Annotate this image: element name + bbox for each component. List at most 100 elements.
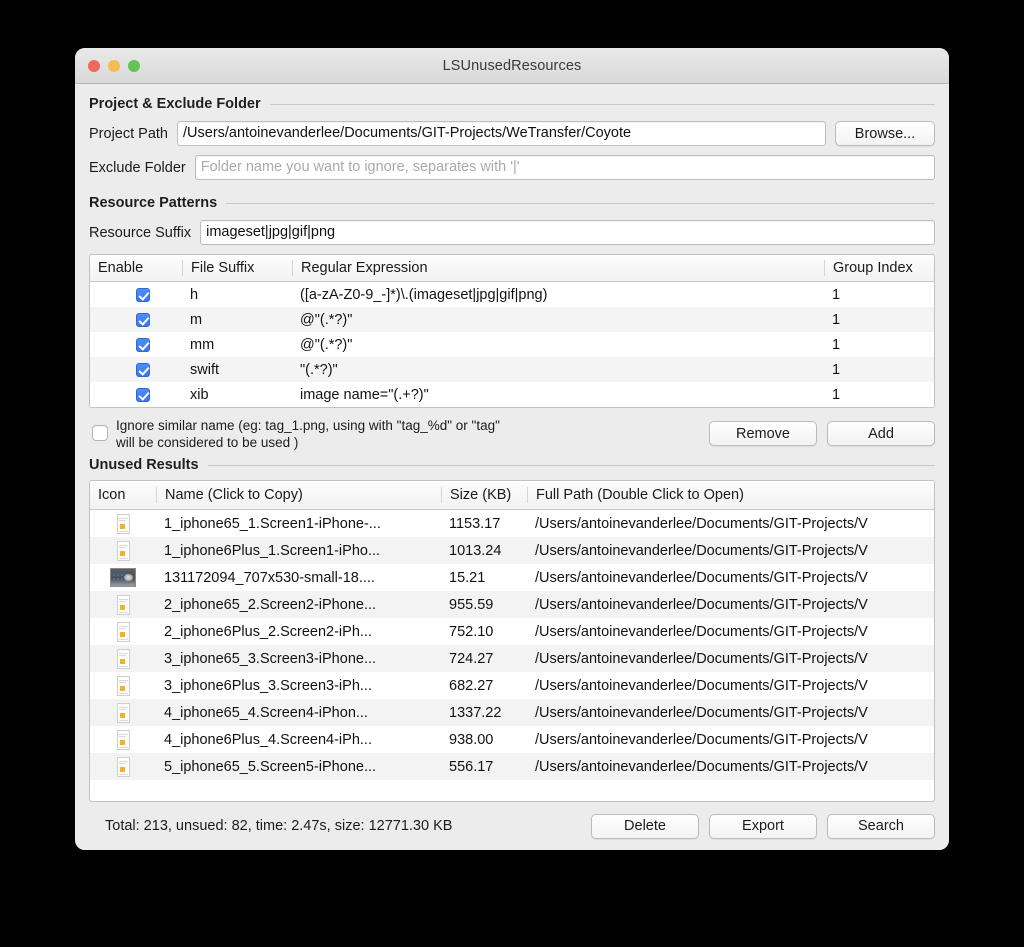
phone-screenshot-thumbnail — [116, 594, 130, 615]
result-size[interactable]: 752.10 — [441, 624, 527, 640]
result-size[interactable]: 724.27 — [441, 651, 527, 667]
resource-suffix-input[interactable]: imageset|jpg|gif|png — [200, 220, 935, 245]
result-full-path[interactable]: /Users/antoinevanderlee/Documents/GIT-Pr… — [527, 516, 934, 532]
result-row[interactable]: 4_iphone65_4.Screen4-iPhon... 1337.22/Use… — [90, 699, 934, 726]
pattern-row[interactable]: m @"(.*?)" 1 — [90, 307, 934, 332]
column-header-file-suffix[interactable]: File Suffix — [182, 260, 292, 276]
project-path-row: Project Path /Users/antoinevanderlee/Doc… — [89, 121, 935, 146]
column-header-icon[interactable]: Icon — [90, 487, 156, 503]
result-row[interactable]: 1_iphone6Plus_1.Screen1-iPho... 1013.24/U… — [90, 537, 934, 564]
section-divider — [269, 103, 935, 105]
result-name[interactable]: 131172094_707x530-small-18.... — [156, 570, 441, 586]
pattern-group-index: 1 — [832, 336, 841, 353]
pattern-row[interactable]: mm @"(.*?)" 1 — [90, 332, 934, 357]
result-name[interactable]: 2_iphone6Plus_2.Screen2-iPh... — [156, 624, 441, 640]
pattern-file-suffix: swift — [190, 361, 219, 378]
result-name[interactable]: 5_iphone65_5.Screen5-iPhone... — [156, 759, 441, 775]
desktop-backdrop: LSUnusedResources Project & Exclude Fold… — [0, 0, 1024, 947]
result-row[interactable]: 3_iphone6Plus_3.Screen3-iPh... 682.27/Use… — [90, 672, 934, 699]
section-divider — [207, 464, 935, 466]
pattern-action-buttons: Remove Add — [709, 415, 935, 446]
result-full-path[interactable]: /Users/antoinevanderlee/Documents/GIT-Pr… — [527, 732, 934, 748]
result-full-path[interactable]: /Users/antoinevanderlee/Documents/GIT-Pr… — [527, 705, 934, 721]
column-header-regular-expression[interactable]: Regular Expression — [292, 260, 824, 276]
pattern-enable-cell[interactable] — [90, 337, 182, 353]
result-size[interactable]: 938.00 — [441, 732, 527, 748]
result-full-path[interactable]: /Users/antoinevanderlee/Documents/GIT-Pr… — [527, 624, 934, 640]
result-name[interactable]: 3_iphone6Plus_3.Screen3-iPh... — [156, 678, 441, 694]
phone-screenshot-thumbnail — [116, 756, 130, 777]
result-size[interactable]: 1337.22 — [441, 705, 527, 721]
result-row[interactable]: 2_iphone65_2.Screen2-iPhone... 955.59/Use… — [90, 591, 934, 618]
result-size[interactable]: 1013.24 — [441, 543, 527, 559]
ignore-text-line-1: Ignore similar name (eg: tag_1.png, usin… — [116, 418, 500, 433]
close-button[interactable] — [88, 60, 100, 72]
result-row[interactable]: 4_iphone6Plus_4.Screen4-iPh... 938.00/Use… — [90, 726, 934, 753]
checkbox-icon — [136, 387, 150, 402]
result-name[interactable]: 1_iphone65_1.Screen1-iPhone-... — [156, 516, 441, 532]
pattern-row[interactable]: swift "(.*?)" 1 — [90, 357, 934, 382]
resource-suffix-label: Resource Suffix — [89, 224, 192, 241]
search-button[interactable]: Search — [827, 813, 935, 839]
section-header-patterns: Resource Patterns — [89, 195, 935, 211]
pattern-group-index: 1 — [832, 311, 841, 328]
status-bar: Total: 213, unsued: 82, time: 2.47s, siz… — [75, 802, 949, 850]
section-divider — [226, 202, 935, 204]
result-full-path[interactable]: /Users/antoinevanderlee/Documents/GIT-Pr… — [527, 597, 934, 613]
pattern-enable-cell[interactable] — [90, 312, 182, 328]
phone-screenshot-thumbnail — [116, 702, 130, 723]
result-name[interactable]: 4_iphone6Plus_4.Screen4-iPh... — [156, 732, 441, 748]
section-header-project: Project & Exclude Folder — [89, 96, 935, 112]
phone-screenshot-thumbnail — [116, 513, 130, 534]
landscape-photo-thumbnail — [110, 568, 136, 587]
pattern-file-suffix: mm — [190, 336, 215, 353]
remove-pattern-button[interactable]: Remove — [709, 421, 817, 446]
result-row[interactable]: 1_iphone65_1.Screen1-iPhone-... 1153.17/U… — [90, 510, 934, 537]
result-full-path[interactable]: /Users/antoinevanderlee/Documents/GIT-Pr… — [527, 651, 934, 667]
column-header-full-path[interactable]: Full Path (Double Click to Open) — [527, 487, 934, 503]
delete-button[interactable]: Delete — [591, 813, 699, 839]
result-full-path[interactable]: /Users/antoinevanderlee/Documents/GIT-Pr… — [527, 543, 934, 559]
result-row[interactable]: 2_iphone6Plus_2.Screen2-iPh... 752.10/Use… — [90, 618, 934, 645]
result-full-path[interactable]: /Users/antoinevanderlee/Documents/GIT-Pr… — [527, 678, 934, 694]
result-size[interactable]: 556.17 — [441, 759, 527, 775]
zoom-button[interactable] — [128, 60, 140, 72]
ignore-similar-name-checkbox[interactable] — [89, 415, 108, 442]
result-size[interactable]: 955.59 — [441, 597, 527, 613]
checkbox-icon — [136, 287, 150, 302]
result-name[interactable]: 4_iphone65_4.Screen4-iPhon... — [156, 705, 441, 721]
column-header-enable[interactable]: Enable — [90, 260, 182, 276]
column-header-group-index[interactable]: Group Index — [824, 260, 934, 276]
section-title-patterns: Resource Patterns — [89, 195, 218, 211]
pattern-enable-cell[interactable] — [90, 287, 182, 303]
result-full-path[interactable]: /Users/antoinevanderlee/Documents/GIT-Pr… — [527, 570, 934, 586]
result-size[interactable]: 1153.17 — [441, 516, 527, 532]
result-row[interactable]: 5_iphone65_5.Screen5-iPhone... 556.17/Use… — [90, 753, 934, 780]
pattern-enable-cell[interactable] — [90, 387, 182, 403]
window-titlebar: LSUnusedResources — [75, 48, 949, 84]
column-header-name[interactable]: Name (Click to Copy) — [156, 487, 441, 503]
result-icon-cell — [90, 540, 156, 561]
result-size[interactable]: 682.27 — [441, 678, 527, 694]
pattern-row[interactable]: xib image name="(.+?)" 1 — [90, 382, 934, 407]
minimize-button[interactable] — [108, 60, 120, 72]
column-header-size[interactable]: Size (KB) — [441, 487, 527, 503]
result-row[interactable]: 3_iphone65_3.Screen3-iPhone... 724.27/Use… — [90, 645, 934, 672]
result-icon-cell — [90, 568, 156, 587]
result-row[interactable]: 131172094_707x530-small-18.... 15.21/User… — [90, 564, 934, 591]
result-full-path[interactable]: /Users/antoinevanderlee/Documents/GIT-Pr… — [527, 759, 934, 775]
pattern-row[interactable]: h ([a-zA-Z0-9_-]*)\.(imageset|jpg|gif|png… — [90, 282, 934, 307]
results-table: Icon Name (Click to Copy) Size (KB) Full… — [89, 480, 935, 802]
add-pattern-button[interactable]: Add — [827, 421, 935, 446]
section-header-results: Unused Results — [89, 457, 935, 473]
results-container: Icon Name (Click to Copy) Size (KB) Full… — [89, 480, 935, 802]
pattern-enable-cell[interactable] — [90, 362, 182, 378]
result-name[interactable]: 3_iphone65_3.Screen3-iPhone... — [156, 651, 441, 667]
project-path-input[interactable]: /Users/antoinevanderlee/Documents/GIT-Pr… — [177, 121, 826, 146]
result-size[interactable]: 15.21 — [441, 570, 527, 586]
browse-button[interactable]: Browse... — [835, 121, 935, 146]
result-name[interactable]: 2_iphone65_2.Screen2-iPhone... — [156, 597, 441, 613]
result-name[interactable]: 1_iphone6Plus_1.Screen1-iPho... — [156, 543, 441, 559]
exclude-folder-input[interactable]: Folder name you want to ignore, separate… — [194, 155, 935, 180]
export-button[interactable]: Export — [709, 813, 817, 839]
